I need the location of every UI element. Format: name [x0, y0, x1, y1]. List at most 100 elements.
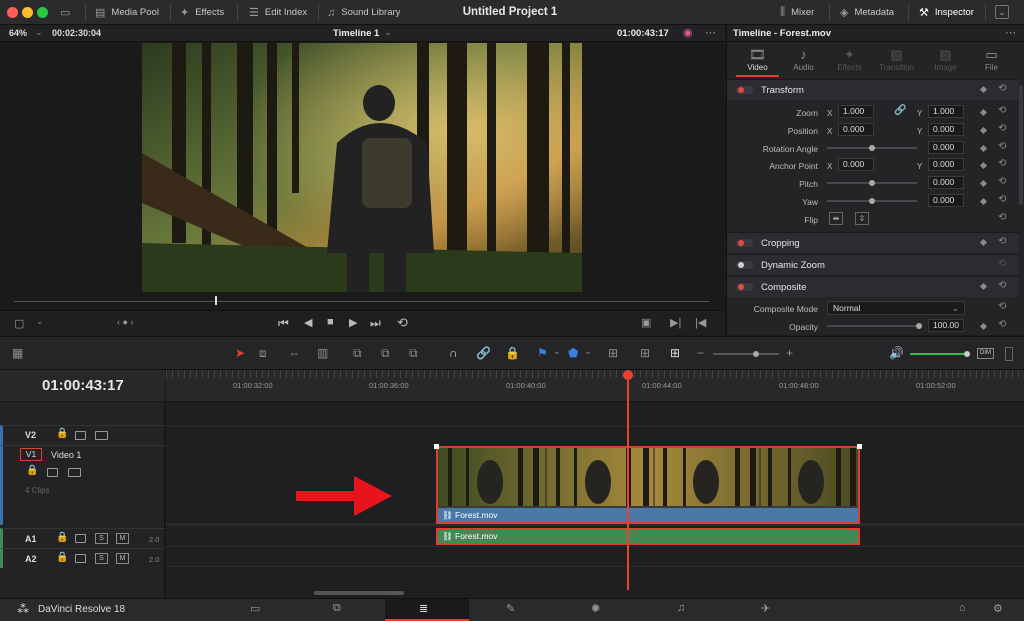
playhead[interactable] [627, 378, 629, 590]
speaker-icon[interactable]: 🔊 [889, 346, 904, 360]
solo-button[interactable]: S [95, 553, 108, 564]
slider-knob[interactable] [916, 323, 922, 329]
reset-icon[interactable]: ⟲ [998, 83, 1006, 94]
chevron-down-icon[interactable]: ⌄ [36, 316, 44, 327]
flip-vertical-icon[interactable]: ⇳ [855, 212, 869, 225]
dynamic-trim-icon[interactable]: ⇔ [288, 346, 300, 360]
reset-icon[interactable]: ⟲ [998, 258, 1006, 269]
blade-tool-icon[interactable]: ▥ [317, 346, 328, 360]
effects-button[interactable]: ✦ Effects [180, 0, 224, 25]
pitch-field[interactable]: 0.000 [928, 176, 964, 189]
timeline-scrollbar[interactable] [314, 591, 404, 595]
deliver-page-icon[interactable]: ✈ [761, 602, 770, 615]
replace-clip-icon[interactable]: ⧉ [409, 346, 418, 361]
flip-horizontal-icon[interactable]: ⇹ [829, 212, 843, 225]
media-page-icon[interactable]: ▭ [250, 602, 260, 615]
linked-selection-icon[interactable]: 🔗 [476, 346, 491, 360]
cut-page-icon[interactable]: ⧉ [333, 602, 341, 615]
composite-mode-select[interactable]: Normal ⌄ [827, 301, 965, 315]
track-name[interactable]: Video 1 [51, 450, 81, 460]
transform-toggle[interactable] [736, 86, 753, 94]
mute-button[interactable]: M [116, 553, 129, 564]
dynamic-zoom-toggle[interactable] [736, 261, 753, 269]
zoom-detail-icon[interactable]: ⊞ [640, 346, 650, 360]
inspector-scrollbar[interactable] [1019, 85, 1023, 205]
reset-icon[interactable]: ⟲ [998, 141, 1006, 152]
lock-icon[interactable]: 🔒 [26, 465, 38, 476]
reset-icon[interactable]: ⟲ [998, 212, 1006, 223]
pitch-slider[interactable] [827, 180, 917, 186]
tab-audio[interactable]: ♪ Audio [781, 47, 826, 72]
cropping-section-header[interactable]: Cropping [727, 232, 1019, 253]
more-options-icon[interactable]: ⋯ [1005, 26, 1016, 39]
playhead-handle[interactable] [623, 370, 633, 380]
anchor-y-field[interactable]: 0.000 [928, 158, 964, 171]
transform-section-header[interactable]: Transform [727, 79, 1019, 100]
composite-section-header[interactable]: Composite [727, 276, 1019, 297]
edit-index-button[interactable]: ☰ Edit Index [249, 0, 307, 25]
slider-knob[interactable] [869, 180, 875, 186]
dynamic-zoom-section-header[interactable]: Dynamic Zoom [727, 254, 1019, 275]
metadata-button[interactable]: ◈ Metadata [840, 0, 894, 25]
sound-library-button[interactable]: ♫ Sound Library [327, 0, 400, 25]
lock-icon[interactable]: 🔒 [56, 532, 68, 543]
zoom-x-field[interactable]: 1.000 [838, 105, 874, 118]
keyframe-icon[interactable] [979, 322, 988, 331]
reset-icon[interactable]: ⟲ [998, 105, 1006, 116]
maximize-window-button[interactable] [37, 7, 48, 18]
minimize-window-button[interactable] [22, 7, 33, 18]
color-wheel-icon[interactable]: ◉ [683, 26, 693, 39]
yaw-field[interactable]: 0.000 [928, 194, 964, 207]
next-frame-icon[interactable]: ▶| [670, 316, 681, 329]
collapse-icon[interactable]: ⌄ [995, 5, 1009, 19]
selection-tool-icon[interactable]: ➤ [235, 346, 245, 360]
insert-clip-icon[interactable]: ⧉ [353, 346, 362, 361]
audio-meter-icon[interactable] [1005, 347, 1013, 361]
position-lock-icon[interactable]: 🔒 [505, 346, 520, 360]
dim-icon[interactable]: DIM [977, 348, 994, 359]
solo-button[interactable]: S [95, 533, 108, 544]
reset-icon[interactable]: ⟲ [998, 280, 1006, 291]
zoom-y-field[interactable]: 1.000 [928, 105, 964, 118]
fairlight-page-icon[interactable]: ♫ [677, 602, 685, 614]
auto-select-icon[interactable] [75, 554, 86, 563]
composite-toggle[interactable] [736, 283, 753, 291]
auto-select-icon[interactable] [47, 468, 58, 477]
track-a2[interactable]: A2 🔒 S M 2.0 [0, 548, 165, 568]
chevron-down-icon[interactable]: ⌄ [584, 346, 592, 357]
marker-icon[interactable]: ⬟ [568, 346, 578, 360]
stop-icon[interactable]: ■ [327, 316, 334, 328]
zoom-full-icon[interactable]: ⊞ [608, 346, 618, 360]
media-pool-button[interactable]: ▤ Media Pool [95, 0, 159, 25]
viewer-options-icon[interactable]: ▢ [14, 317, 24, 330]
track-a1[interactable]: A1 🔒 S M 2.0 [0, 528, 165, 548]
lock-icon[interactable]: 🔒 [56, 552, 68, 563]
clip-handle[interactable] [434, 444, 439, 449]
prev-frame-icon[interactable]: |◀ [695, 316, 706, 329]
audio-level-slider[interactable] [910, 351, 970, 357]
keyframe-icon[interactable] [979, 126, 988, 135]
scrub-handle[interactable] [215, 296, 217, 305]
tab-image[interactable]: ▨ Image [923, 47, 968, 72]
slider-knob[interactable] [869, 145, 875, 151]
keyframe-icon[interactable] [979, 161, 988, 170]
keyframe-icon[interactable] [979, 197, 988, 206]
track-visibility-icon[interactable] [95, 431, 108, 440]
mute-button[interactable]: M [116, 533, 129, 544]
zoom-custom-icon[interactable]: ⊞ [670, 346, 680, 360]
play-reverse-icon[interactable]: ◀ [304, 316, 312, 329]
keyframe-icon[interactable] [979, 108, 988, 117]
slider-knob[interactable] [869, 198, 875, 204]
match-frame-icon[interactable]: ▣ [641, 316, 651, 329]
reset-icon[interactable]: ⟲ [998, 319, 1006, 330]
reset-icon[interactable]: ⟲ [998, 236, 1006, 247]
skip-start-icon[interactable]: ⏮ [278, 316, 289, 331]
timeline-view-options-icon[interactable]: ▦ [12, 346, 23, 360]
audio-clip[interactable]: ⛓ Forest.mov [436, 528, 860, 545]
track-v1[interactable]: V1 Video 1 🔒 4 Clips [0, 445, 165, 525]
keyframe-icon[interactable] [979, 179, 988, 188]
position-x-field[interactable]: 0.000 [838, 123, 874, 136]
tab-video[interactable]: 🎞 Video [735, 47, 780, 72]
video-clip[interactable]: ⛓ Forest.mov [434, 444, 862, 524]
keyframe-icon[interactable] [979, 144, 988, 153]
